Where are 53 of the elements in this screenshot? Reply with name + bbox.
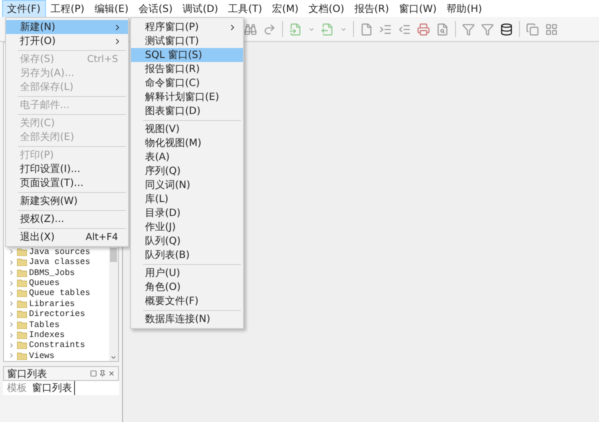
menu-title[interactable]: 帮助(H) xyxy=(442,0,488,18)
menu-item[interactable]: 退出(X) Alt+F4 xyxy=(6,230,128,244)
tree-item[interactable]: Java sources xyxy=(29,246,90,257)
menu-item[interactable]: 视图(V) xyxy=(131,122,243,136)
menu-item[interactable]: 报告窗口(R) xyxy=(131,62,243,76)
menu-item[interactable]: 新建实例(W) xyxy=(6,194,128,208)
tree-item[interactable]: Tables xyxy=(29,320,60,330)
menu-item[interactable]: 用户(U) xyxy=(131,266,243,280)
menu-item[interactable]: 测试窗口(T) xyxy=(131,34,243,48)
menu-item[interactable]: 数据库连接(N) xyxy=(131,312,243,326)
menu-title[interactable]: 窗口(W) xyxy=(394,0,442,18)
menu-item[interactable]: 打印设置(I)... xyxy=(6,162,128,176)
menu-item[interactable]: 序列(Q) xyxy=(131,164,243,178)
menu-title[interactable]: 会话(S) xyxy=(134,0,178,18)
tab[interactable]: 模板 xyxy=(7,381,29,395)
tree-item[interactable]: Constraints xyxy=(29,340,86,350)
menu-title[interactable]: 工程(P) xyxy=(46,0,90,18)
menu-item[interactable]: 图表窗口(D) xyxy=(131,104,243,118)
tab[interactable]: 窗口列表 xyxy=(32,381,75,395)
tree-item[interactable]: Libraries xyxy=(29,298,75,309)
menu-item[interactable]: 解释计划窗口(E) xyxy=(131,90,243,104)
tree-item[interactable]: Views xyxy=(29,350,55,361)
menu-item[interactable]: 程序窗口(P) xyxy=(131,20,243,34)
menu-item[interactable]: 目录(D) xyxy=(131,206,243,220)
tree-item[interactable]: Queue tables xyxy=(29,288,90,298)
menu-item[interactable]: 概要文件(F) xyxy=(131,294,243,308)
menu-title[interactable]: 文件(F) xyxy=(2,0,46,18)
menu-item[interactable]: 命令窗口(C) xyxy=(131,76,243,90)
menu-item[interactable]: 物化视图(M) xyxy=(131,136,243,150)
menu-item[interactable]: 队列(Q) xyxy=(131,234,243,248)
menu-title[interactable]: 报告(R) xyxy=(349,0,394,18)
menu-item[interactable]: 队列表(B) xyxy=(131,248,243,262)
menu-title[interactable]: 工具(T) xyxy=(223,0,268,18)
menu-item[interactable]: 角色(O) xyxy=(131,280,243,294)
menu-title[interactable]: 宏(M) xyxy=(267,0,304,18)
menu-item[interactable]: 作业(J) xyxy=(131,220,243,234)
tree-item[interactable]: Directories xyxy=(29,309,86,320)
menu-item[interactable]: 授权(Z)... xyxy=(6,212,128,226)
menu-item[interactable]: 打开(O) xyxy=(6,34,128,48)
tree-item[interactable]: Indexes xyxy=(29,330,65,340)
menu-item[interactable]: 页面设置(T)... xyxy=(6,176,128,190)
tree-item[interactable]: DBMS_Jobs xyxy=(29,268,75,278)
menu-item[interactable]: 新建(N) xyxy=(6,20,128,34)
menu-item[interactable]: 库(L) xyxy=(131,192,243,206)
menu-item[interactable]: 同义词(N) xyxy=(131,178,243,192)
menu-title[interactable]: 文档(O) xyxy=(304,0,350,18)
menu-title[interactable]: 编辑(E) xyxy=(89,0,134,18)
tree-item[interactable]: Java classes xyxy=(29,257,90,268)
menu-item[interactable]: 表(A) xyxy=(131,150,243,164)
menu-title[interactable]: 调试(D) xyxy=(178,0,224,18)
tree-item[interactable]: Queues xyxy=(29,278,60,288)
menu-item[interactable]: SQL 窗口(S) xyxy=(131,48,243,62)
panel-title: 窗口列表 xyxy=(7,368,47,380)
